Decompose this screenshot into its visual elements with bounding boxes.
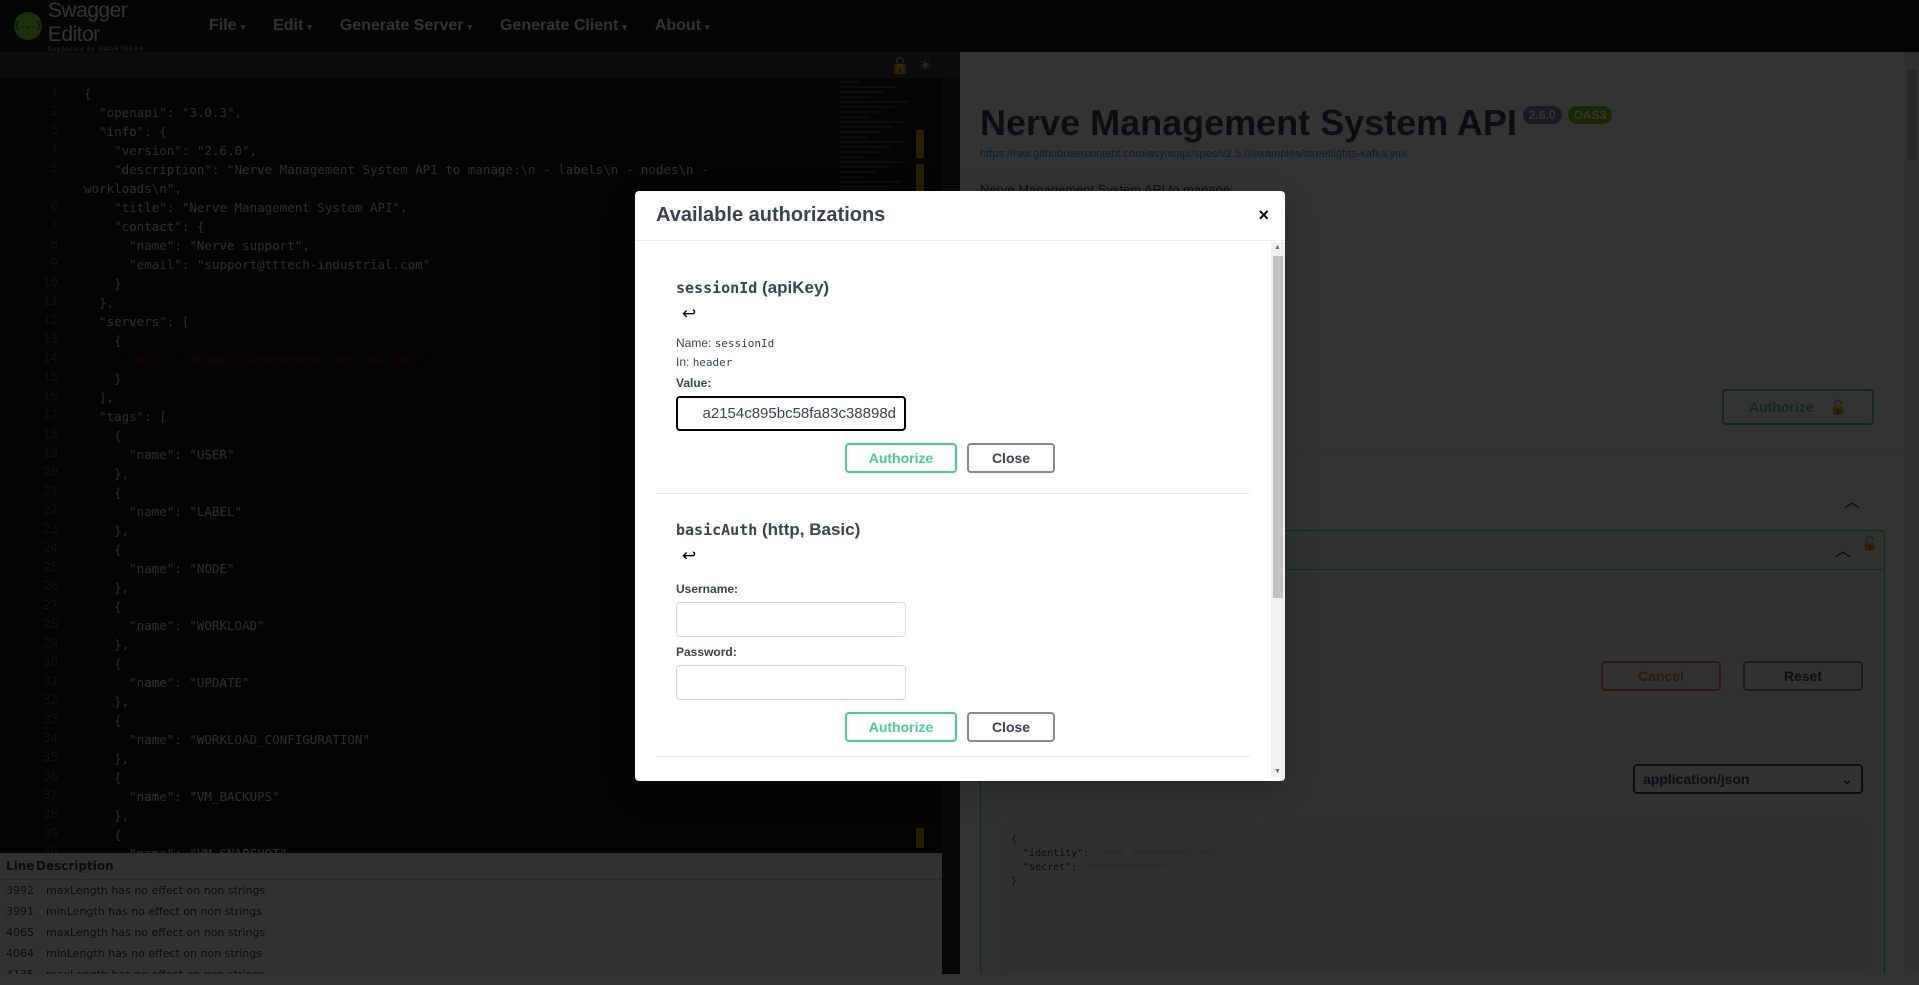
close-icon[interactable]: × <box>1258 205 1269 226</box>
scheme-name-row: Name: sessionId <box>676 334 1271 353</box>
password-label: Password: <box>676 645 737 659</box>
return-arrow-icon: ↩ <box>682 546 697 565</box>
scheme-name: basicAuth <box>676 521 758 539</box>
username-label: Username: <box>676 582 739 596</box>
scheme-type: (http, Basic) <box>762 520 861 539</box>
session-close-button[interactable]: Close <box>967 443 1055 473</box>
username-input[interactable] <box>676 602 906 637</box>
name-value: sessionId <box>714 337 775 350</box>
session-authorize-button[interactable]: Authorize <box>845 443 957 473</box>
auth-section-sessionid: sessionId (apiKey) ↩ Name: sessionId In:… <box>635 242 1271 494</box>
auth-scheme-title: basicAuth (http, Basic) <box>676 520 1271 540</box>
basic-authorize-button[interactable]: Authorize <box>845 712 957 742</box>
auth-scheme-title: sessionId (apiKey) <box>676 278 1271 298</box>
modal-title: Available authorizations <box>656 204 886 226</box>
return-arrow-icon: ↩ <box>682 304 697 323</box>
scroll-down-icon[interactable]: ▼ <box>1274 768 1281 775</box>
section-divider <box>656 756 1250 757</box>
name-label: Name: <box>676 336 712 350</box>
modal-header: Available authorizations × <box>635 191 1285 241</box>
scheme-type: (apiKey) <box>762 278 830 297</box>
session-id-input[interactable] <box>676 396 906 431</box>
authorizations-modal: Available authorizations × sessionId (ap… <box>635 191 1285 781</box>
scroll-up-icon[interactable]: ▲ <box>1274 244 1281 251</box>
basic-close-button[interactable]: Close <box>967 712 1055 742</box>
scheme-in-row: In: header <box>676 353 1271 372</box>
auth-section-basicauth: basicAuth (http, Basic) ↩ Username: Pass… <box>635 494 1271 757</box>
in-label: In: <box>676 355 690 369</box>
modal-scrollbar[interactable]: ▲ ▼ <box>1271 242 1285 777</box>
value-label: Value: <box>676 376 712 390</box>
scheme-name: sessionId <box>676 279 758 297</box>
modal-body: sessionId (apiKey) ↩ Name: sessionId In:… <box>635 242 1271 777</box>
password-input[interactable] <box>676 665 906 700</box>
in-value: header <box>692 356 733 369</box>
